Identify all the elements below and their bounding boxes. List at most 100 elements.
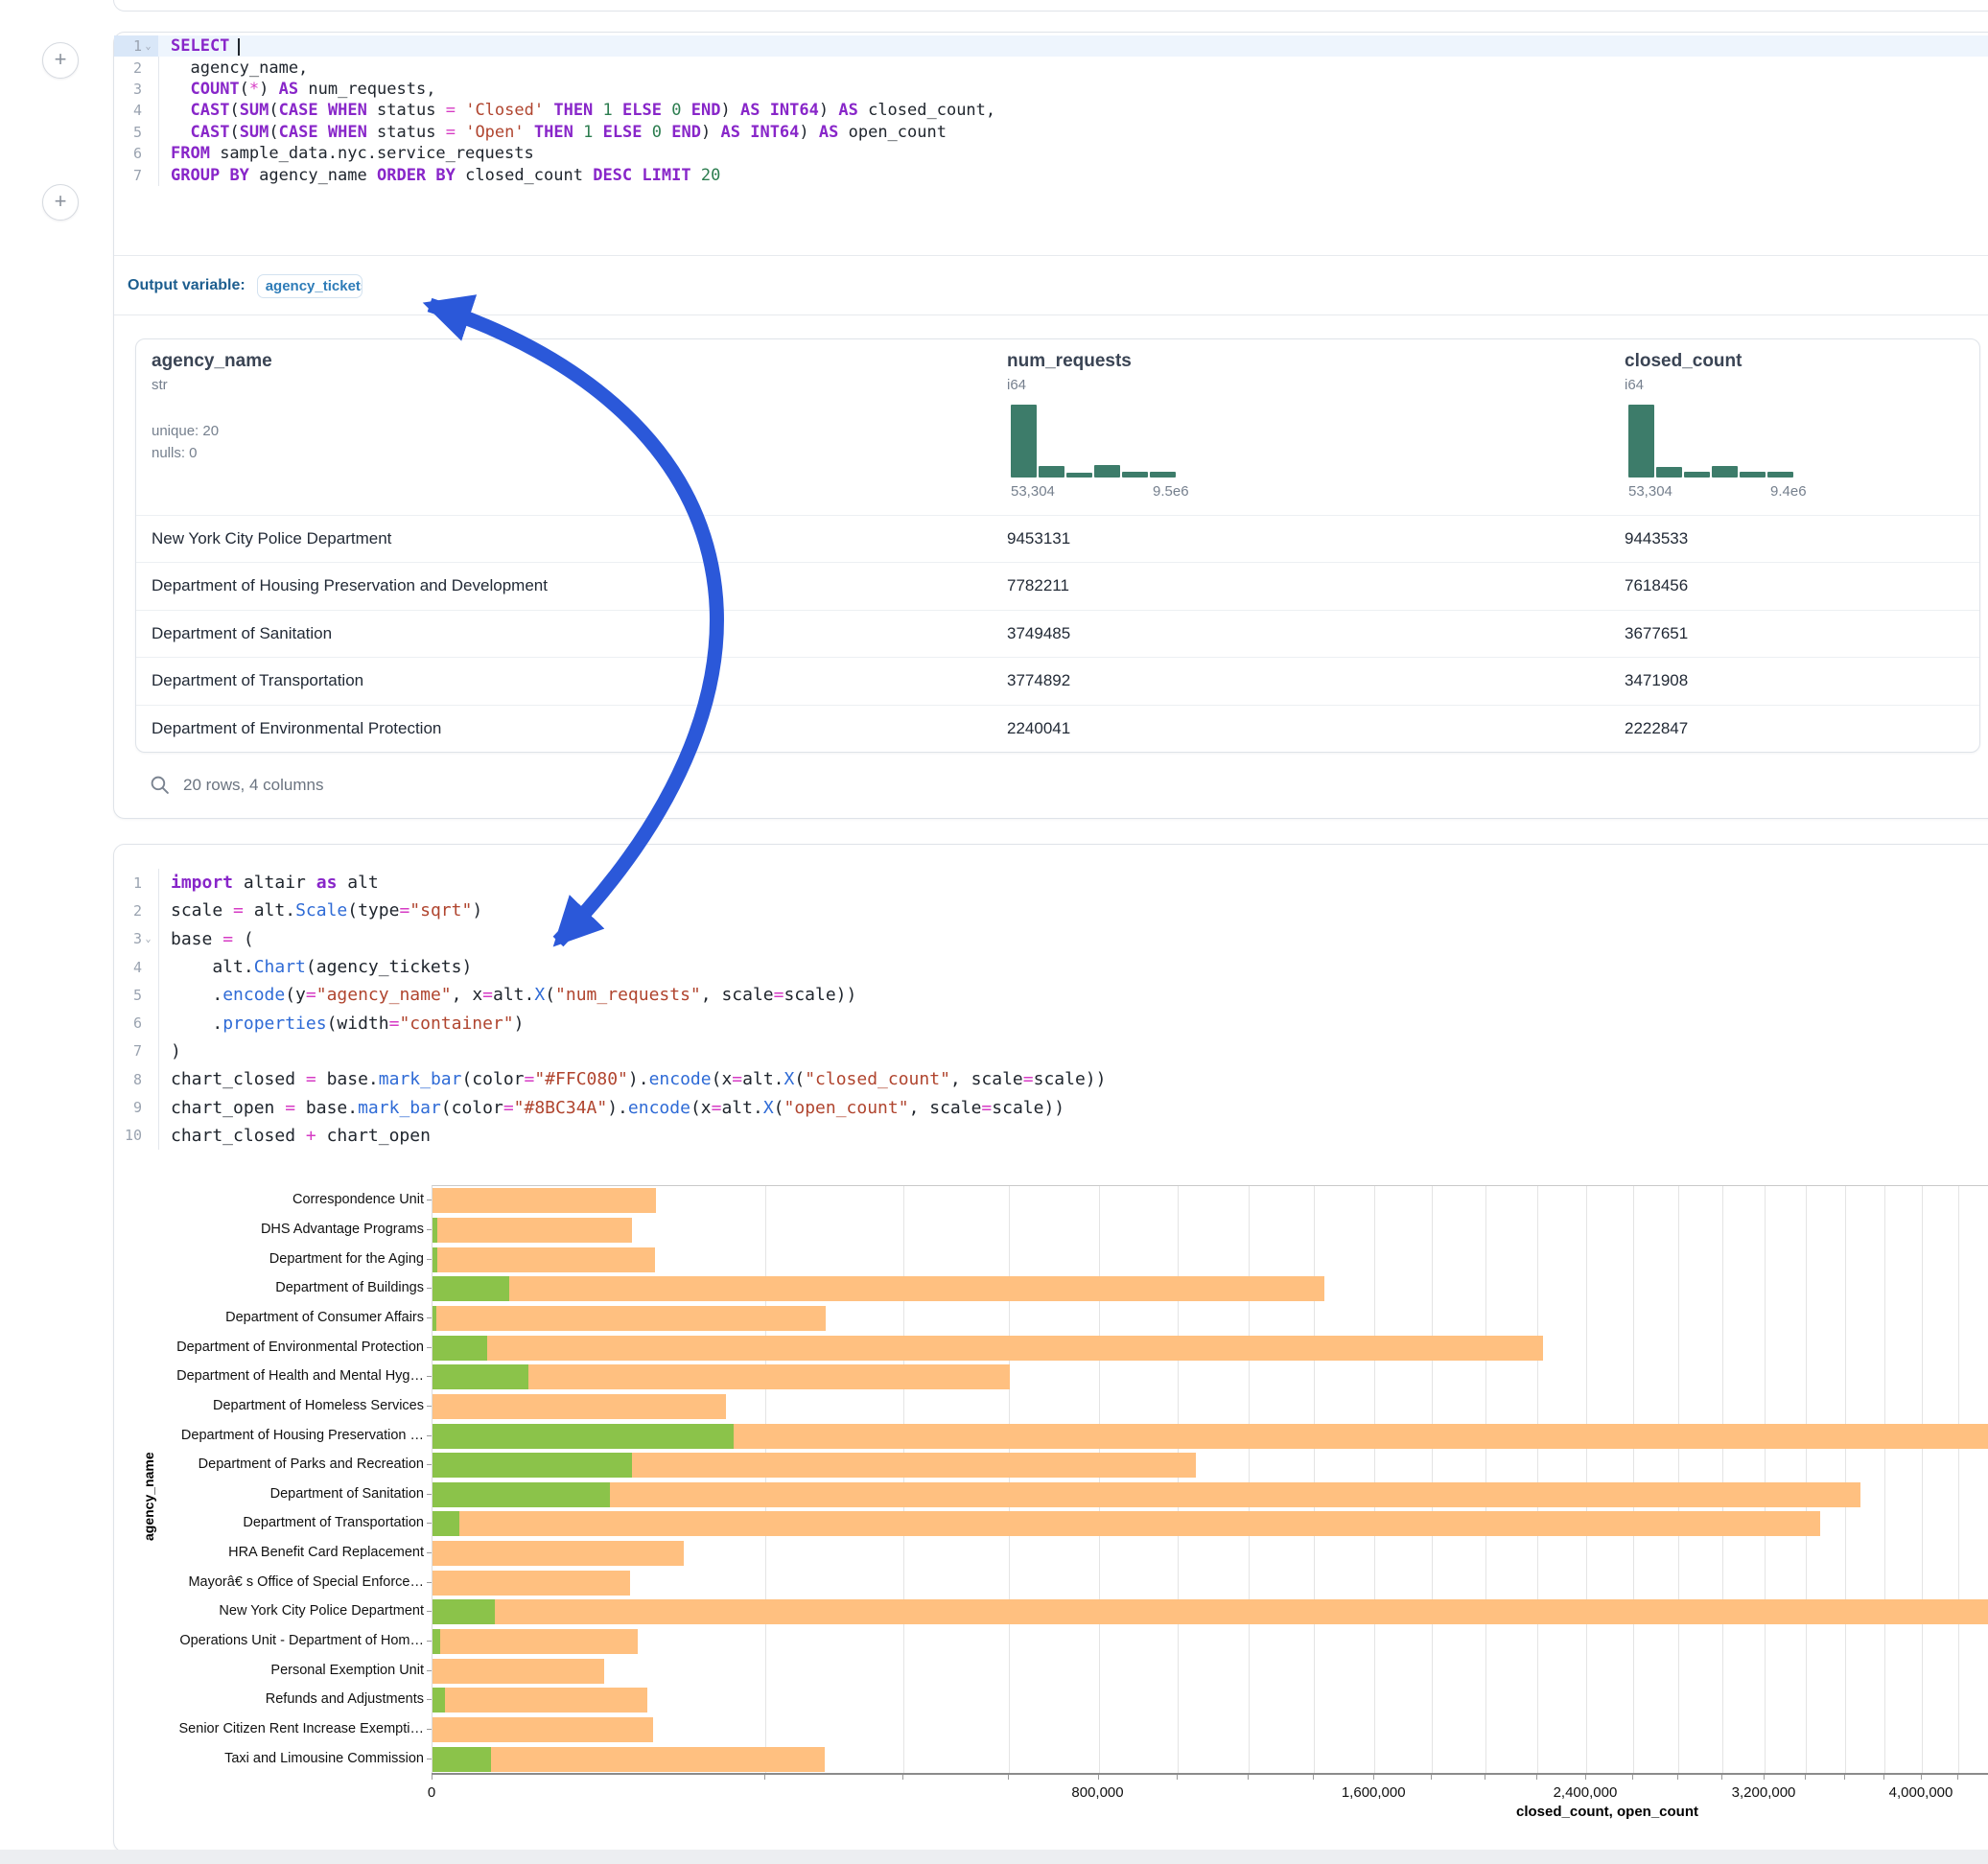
axis-tick <box>1313 1775 1314 1780</box>
axis-tick-label: 0 <box>428 1784 435 1801</box>
axis-tick <box>764 1775 765 1780</box>
dataframe-preview: agency_name str unique: 20 nulls: 0 num_… <box>135 338 1980 753</box>
axis-tick-label: 3,200,000 <box>1732 1784 1796 1801</box>
axis-tick <box>1632 1775 1633 1780</box>
axis-tick <box>1431 1775 1432 1780</box>
code-line: 6 .properties(width="container") <box>114 1009 1988 1037</box>
column-header-num-requests[interactable]: num_requests i64 <box>1007 351 1132 393</box>
axis-tick <box>427 1523 432 1524</box>
add-cell-button-output[interactable]: + <box>42 184 79 221</box>
open_count-bar <box>433 1482 610 1507</box>
sql-cell: 1⌄SELECT2 agency_name,3 COUNT(*) AS num_… <box>113 32 1988 819</box>
line-number: 4 <box>133 959 142 976</box>
closed_count-bar <box>433 1188 656 1213</box>
axis-tick <box>1177 1775 1178 1780</box>
histogram-bar <box>1740 472 1766 478</box>
gridline <box>1633 1186 1634 1774</box>
axis-tick <box>1764 1775 1765 1780</box>
y-axis-label: Department for the Aging <box>269 1251 424 1267</box>
bar-chart-plot <box>432 1185 1988 1774</box>
y-axis-label: Refunds and Adjustments <box>266 1691 424 1707</box>
code-line: 4 alt.Chart(agency_tickets) <box>114 953 1988 981</box>
column-header-agency-name[interactable]: agency_name str unique: 20 nulls: 0 <box>152 351 272 464</box>
open_count-bar <box>433 1336 487 1361</box>
table-cell: 3774892 <box>1007 671 1070 690</box>
axis-tick <box>427 1229 432 1230</box>
axis-tick <box>427 1494 432 1495</box>
python-editor[interactable]: 1import altair as alt2scale = alt.Scale(… <box>114 869 1988 1150</box>
line-number: 2 <box>133 59 142 77</box>
axis-tick <box>427 1699 432 1700</box>
axis-tick <box>427 1376 432 1377</box>
open_count-bar <box>433 1511 459 1536</box>
gridline <box>1722 1186 1723 1774</box>
y-axis-label: Department of Consumer Affairs <box>225 1310 424 1325</box>
y-axis-label: Mayorâ€ s Office of Special Enforce… <box>188 1574 424 1590</box>
add-cell-button-top[interactable]: + <box>42 42 79 79</box>
axis-tick <box>1805 1775 1806 1780</box>
table-row[interactable]: Department of Transportation377489234719… <box>136 657 1979 705</box>
table-row[interactable]: New York City Police Department945313194… <box>136 515 1979 563</box>
gridline <box>1845 1186 1846 1774</box>
line-number: 5 <box>133 987 142 1004</box>
search-icon[interactable] <box>150 775 170 795</box>
table-row[interactable]: Department of Housing Preservation and D… <box>136 562 1979 610</box>
y-axis-label: Correspondence Unit <box>292 1192 424 1207</box>
axis-tick <box>1677 1775 1678 1780</box>
axis-tick <box>427 1259 432 1260</box>
table-cell: 3471908 <box>1625 671 1688 690</box>
gridline <box>1884 1186 1885 1774</box>
table-cell: 3677651 <box>1625 624 1688 643</box>
line-number: 8 <box>133 1071 142 1088</box>
gridline <box>1485 1186 1486 1774</box>
line-number: 3 <box>133 930 142 947</box>
gridline <box>765 1186 766 1774</box>
table-cell: 7782211 <box>1007 576 1069 595</box>
histogram-bar <box>1150 472 1176 478</box>
histogram-bar <box>1628 405 1654 478</box>
code-line: 7GROUP BY agency_name ORDER BY closed_co… <box>114 164 1988 185</box>
hist-max-label: 9.4e6 <box>1770 483 1807 500</box>
closed_count-bar <box>433 1659 604 1684</box>
axis-tick <box>427 1347 432 1348</box>
x-axis-line <box>432 1773 1988 1775</box>
axis-tick <box>1373 1775 1374 1780</box>
y-axis-label: Department of Health and Mental Hyg… <box>176 1368 424 1384</box>
open_count-bar <box>433 1424 734 1449</box>
column-name: num_requests <box>1007 351 1132 372</box>
y-axis-label: Department of Homeless Services <box>213 1398 424 1413</box>
open_count-bar <box>433 1453 632 1478</box>
closed_count-bar <box>433 1276 1324 1301</box>
line-number: 9 <box>133 1099 142 1116</box>
fold-chevron-icon[interactable]: ⌄ <box>142 934 154 944</box>
closed-count-histogram <box>1628 405 1793 478</box>
y-axis-label: Department of Environmental Protection <box>176 1340 424 1355</box>
previous-cell-edge <box>113 0 1988 12</box>
table-cell: 9453131 <box>1007 529 1070 548</box>
fold-chevron-icon[interactable]: ⌄ <box>142 41 154 52</box>
y-axis-label: HRA Benefit Card Replacement <box>228 1545 424 1560</box>
line-number: 5 <box>133 124 142 141</box>
histogram-bar <box>1011 405 1037 478</box>
axis-tick <box>427 1729 432 1730</box>
axis-tick <box>1585 1775 1586 1780</box>
table-row[interactable]: Department of Sanitation37494853677651 <box>136 610 1979 658</box>
line-number: 6 <box>133 1014 142 1032</box>
closed_count-bar <box>433 1336 1543 1361</box>
table-row[interactable]: Department of Environmental Protection22… <box>136 705 1979 753</box>
closed_count-bar <box>433 1717 653 1742</box>
y-axis-label: Department of Buildings <box>275 1280 424 1295</box>
y-axis-label: Department of Sanitation <box>270 1486 424 1502</box>
sql-editor[interactable]: 1⌄SELECT2 agency_name,3 COUNT(*) AS num_… <box>114 35 1988 186</box>
axis-tick <box>427 1582 432 1583</box>
closed_count-bar <box>433 1511 1820 1536</box>
histogram-bar <box>1712 466 1738 478</box>
output-variable-pill[interactable]: agency_tickets <box>257 274 363 298</box>
column-type: i64 <box>1007 377 1132 393</box>
column-header-closed-count[interactable]: closed_count i64 <box>1625 351 1742 393</box>
code-line: 9chart_open = base.mark_bar(color="#8BC3… <box>114 1093 1988 1121</box>
y-axis-label: Taxi and Limousine Commission <box>224 1751 424 1766</box>
axis-tick <box>1008 1775 1009 1780</box>
line-number: 10 <box>125 1127 142 1144</box>
histogram-bar <box>1684 472 1710 478</box>
